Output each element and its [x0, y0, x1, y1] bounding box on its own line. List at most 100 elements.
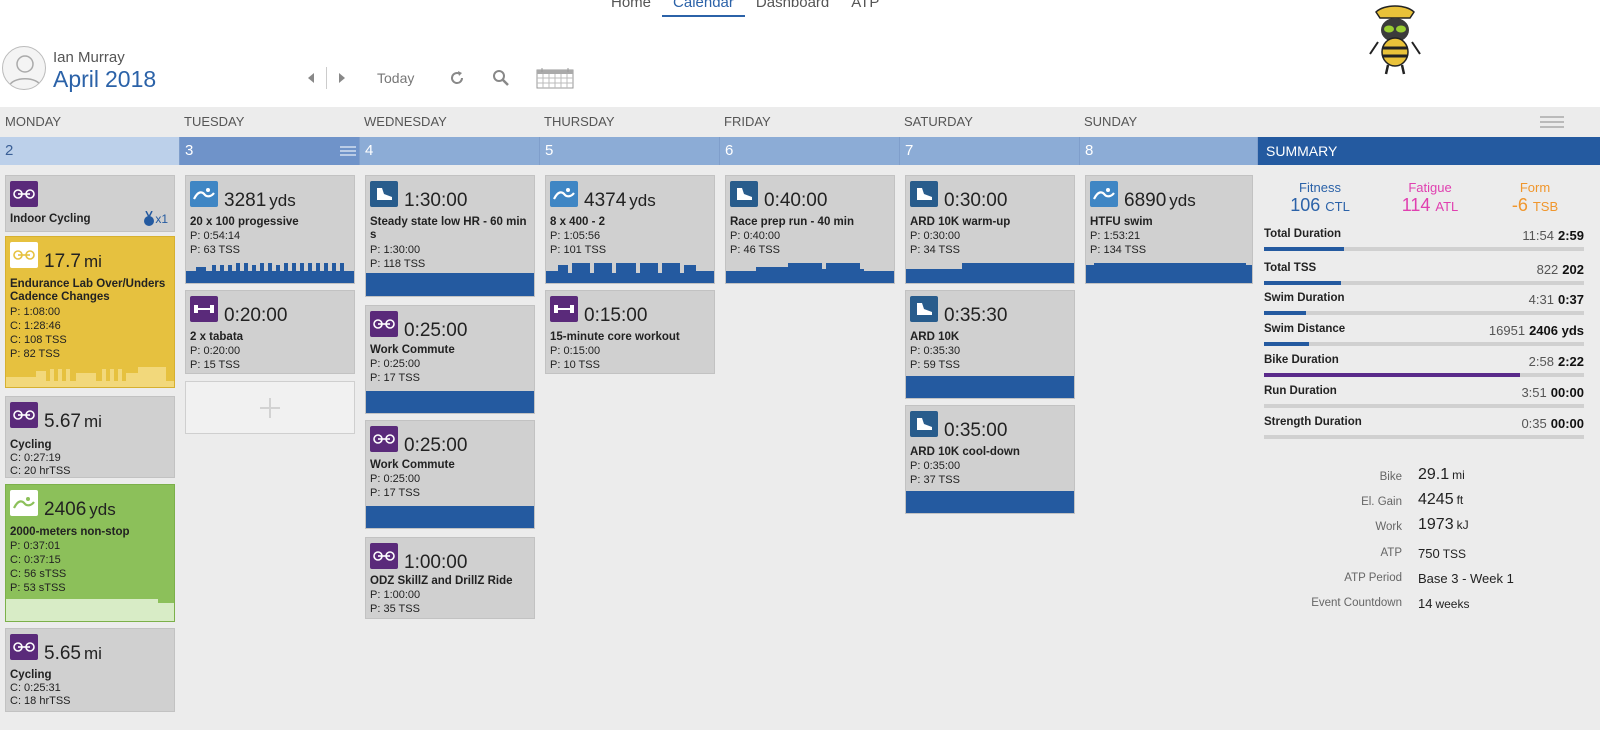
summary-row-run-duration: Run Duration 3:51 00:00 [1264, 385, 1584, 413]
bee-logo [1364, 2, 1426, 76]
workout-card[interactable]: 2406 yds 2000-meters non-stop P: 0:37:01 … [5, 484, 175, 622]
workout-duration: 1:30:00 [404, 190, 468, 211]
workout-card[interactable]: 1:30:00 Steady state low HR - 60 min s P… [365, 175, 535, 297]
dumbbell-icon [550, 296, 578, 322]
workout-detail: P: 46 TSS [730, 244, 780, 256]
workout-detail: P: 0:15:00 [550, 345, 601, 357]
nav-home[interactable]: Home [600, 0, 662, 17]
workout-detail: P: 101 TSS [550, 244, 607, 256]
workout-card[interactable]: 0:25:00 Work Commute P: 0:25:00 P: 17 TS… [365, 305, 535, 414]
workout-card[interactable]: 5.65 mi Cycling C: 0:25:31 C: 18 hrTSS [5, 628, 175, 712]
summary-row-label: Total TSS [1264, 262, 1317, 274]
workout-card[interactable]: 0:35:30 ARD 10K P: 0:35:30 P: 59 TSS [905, 290, 1075, 399]
workout-detail: P: 0:35:30 [910, 345, 961, 357]
stat-unit: ft [1456, 493, 1464, 507]
stat-value: 29.1 [1418, 466, 1450, 483]
stat-atp: ATP 750 TSS [1290, 542, 1590, 566]
workout-distance: 3281 yds [224, 190, 296, 212]
month-label: April [53, 66, 100, 92]
date-cell-3[interactable]: 3 [180, 137, 360, 165]
prev-week-button[interactable] [306, 66, 316, 90]
calendar-menu-button[interactable] [1540, 115, 1564, 134]
workout-title: Race prep run - 40 min [730, 216, 854, 228]
search-button[interactable] [492, 66, 510, 90]
workout-title: HTFU swim [1090, 216, 1153, 228]
workout-distance: 5.65 mi [44, 643, 102, 665]
summary-row-total-tss: Total TSS 822 202 [1264, 262, 1584, 290]
stat-value: 4245 [1418, 491, 1454, 508]
nav-dashboard[interactable]: Dashboard [745, 0, 840, 17]
workout-card[interactable]: 0:40:00 Race prep run - 40 min P: 0:40:0… [725, 175, 895, 284]
stat-label: El. Gain [1361, 496, 1402, 508]
workout-detail: C: 1:28:46 [10, 320, 61, 332]
user-name: Ian Murray [53, 49, 125, 66]
workout-card[interactable]: Indoor Cycling x1 [5, 175, 175, 232]
workout-detail: P: 1:30:00 [370, 244, 421, 256]
weekday-label: FRIDAY [724, 114, 771, 129]
workout-card[interactable]: 0:20:00 2 x tabata P: 0:20:00 P: 15 TSS [185, 290, 355, 374]
distance-value: 2406 [44, 499, 87, 520]
workout-profile-graph [1086, 263, 1252, 283]
add-workout-button[interactable] [185, 381, 355, 434]
workout-duration: 0:25:00 [404, 320, 468, 341]
distance-value: 6890 [1124, 190, 1167, 211]
refresh-button[interactable] [448, 66, 466, 90]
workout-detail: P: 118 TSS [370, 258, 426, 270]
progress-track [1264, 247, 1584, 251]
workout-card[interactable]: 0:15:00 15-minute core workout P: 0:15:0… [545, 290, 715, 374]
date-number: 2 [5, 142, 14, 159]
form-metric: Form -6 TSB [1495, 180, 1575, 216]
distance-unit: yds [269, 191, 296, 210]
workout-detail: P: 0:37:01 [10, 540, 61, 552]
next-week-button[interactable] [337, 66, 347, 90]
workout-detail: P: 0:25:00 [370, 358, 421, 370]
completed-value: 0:37 [1557, 292, 1584, 307]
day-menu-button[interactable] [340, 143, 356, 160]
weekday-label: SUNDAY [1084, 114, 1138, 129]
workout-card[interactable]: 5.67 mi Cycling C: 0:27:19 C: 20 hrTSS [5, 396, 175, 478]
workout-card[interactable]: 0:30:00 ARD 10K warm-up P: 0:30:00 P: 34… [905, 175, 1075, 284]
nav-atp[interactable]: ATP [840, 0, 890, 17]
workout-count-badge: x1 [143, 211, 168, 227]
weekday-label: THURSDAY [544, 114, 615, 129]
summary-row-values: 16951 2406 yds [1489, 323, 1584, 338]
form-label: Form [1519, 180, 1551, 195]
workout-card[interactable]: 3281 yds 20 x 100 progessive P: 0:54:14 P… [185, 175, 355, 284]
date-cell-2[interactable]: 2 [0, 137, 180, 165]
top-bar: Home Calendar Dashboard ATP Ian Murray A… [0, 0, 1600, 107]
workout-detail: C: 56 sTSS [10, 568, 67, 580]
nav-calendar[interactable]: Calendar [662, 0, 745, 17]
calendar-grid-icon [536, 68, 574, 89]
calendar-toolbar: Today [306, 66, 574, 90]
date-cell-8[interactable]: 8 [1080, 137, 1258, 165]
workout-detail: C: 108 TSS [10, 334, 67, 346]
avatar[interactable] [2, 46, 46, 90]
date-number: 4 [365, 142, 374, 159]
date-cell-5[interactable]: 5 [540, 137, 720, 165]
main-nav: Home Calendar Dashboard ATP [600, 0, 890, 17]
summary-row-bike-duration: Bike Duration 2:58 2:22 [1264, 354, 1584, 382]
workout-card[interactable]: 0:25:00 Work Commute P: 0:25:00 P: 17 TS… [365, 420, 535, 529]
workout-title: Steady state low HR - 60 min s [370, 216, 527, 241]
workout-title: ARD 10K [910, 331, 960, 343]
workout-card[interactable]: 0:35:00 ARD 10K cool-down P: 0:35:00 P: … [905, 405, 1075, 514]
fatigue-label: Fatigue [1408, 180, 1452, 195]
date-cell-6[interactable]: 6 [720, 137, 900, 165]
workout-card[interactable]: 6890 yds HTFU swim P: 1:53:21 P: 134 TSS [1085, 175, 1253, 284]
shoe-icon [730, 181, 758, 207]
progress-track [1264, 435, 1584, 439]
workout-card[interactable]: 4374 yds 8 x 400 - 2 P: 1:05:56 P: 101 TS… [545, 175, 715, 284]
workout-card[interactable]: 1:00:00 ODZ SkillZ and DrillZ Ride P: 1:… [365, 537, 535, 619]
today-button[interactable]: Today [377, 66, 414, 90]
distance-value: 17.7 [44, 251, 81, 272]
fitness-value: 106 [1290, 195, 1321, 215]
workout-card[interactable]: 17.7 mi Endurance Lab Over/Unders Cadence… [5, 236, 175, 388]
date-cell-7[interactable]: 7 [900, 137, 1080, 165]
progress-track [1264, 281, 1584, 285]
date-cell-4[interactable]: 4 [360, 137, 540, 165]
dumbbell-icon [190, 296, 218, 322]
workout-detail: P: 0:30:00 [910, 230, 961, 242]
calendar-picker-button[interactable] [536, 66, 574, 90]
workout-profile-graph [6, 599, 174, 621]
workout-title: Cycling [10, 669, 52, 681]
